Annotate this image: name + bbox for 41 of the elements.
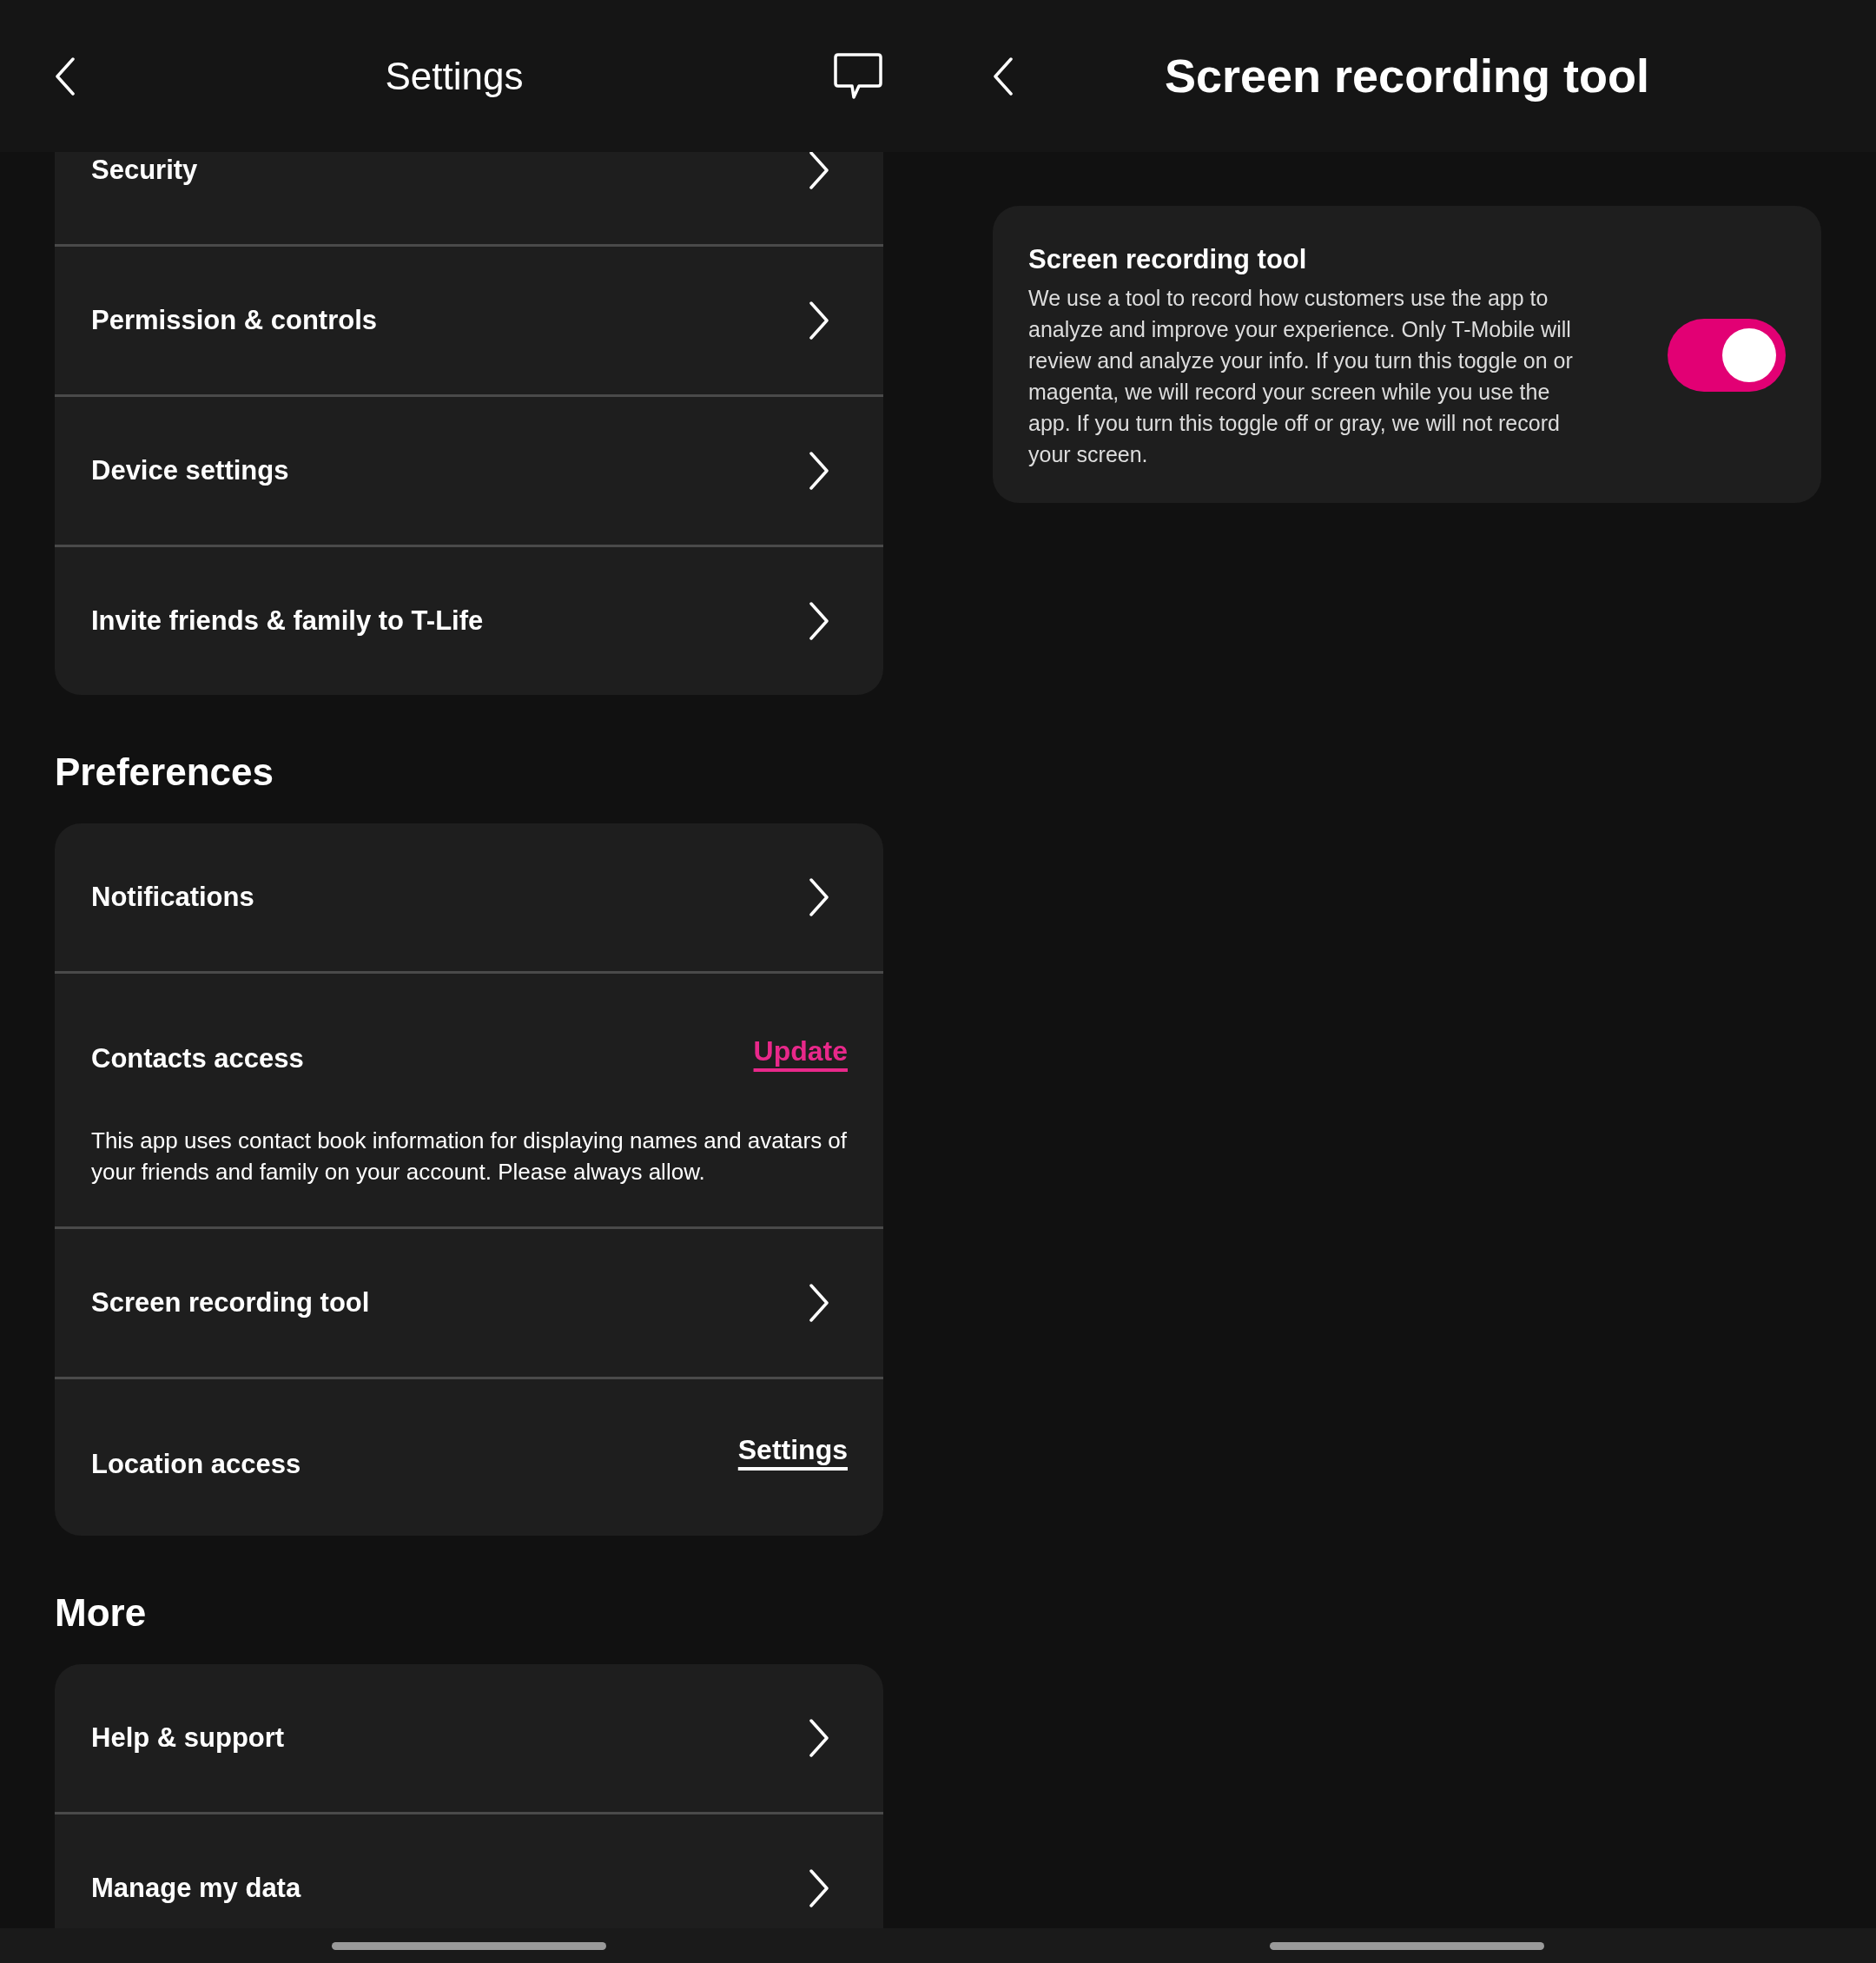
chevron-right-icon [809, 1868, 829, 1907]
back-icon[interactable] [55, 56, 76, 96]
settings-row[interactable]: Notifications [55, 823, 883, 971]
row-label: Contacts access [91, 1042, 304, 1075]
card-title: Screen recording tool [1028, 243, 1308, 276]
toggle-knob [1722, 328, 1776, 382]
settings-row[interactable]: Manage my data [55, 1814, 883, 1928]
chat-icon[interactable] [833, 51, 883, 101]
settings-row[interactable]: Invite friends & family to T-Life [55, 547, 883, 695]
chevron-right-icon [809, 152, 829, 189]
row-label: Notifications [91, 882, 254, 912]
settings-row[interactable]: Permission & controls [55, 247, 883, 394]
row-description: This app uses contact book information for displaying names and avatars of your friends and family on your account. Please always allow. [91, 1126, 848, 1186]
screen-title: Screen recording tool [1163, 49, 1651, 103]
back-icon[interactable] [993, 56, 1014, 96]
section-heading: Preferences [55, 750, 274, 795]
row-label: Screen recording tool [91, 1287, 370, 1318]
row-link[interactable]: Settings [737, 1428, 848, 1471]
section-heading: More [55, 1590, 148, 1636]
chevron-right-icon [809, 878, 829, 916]
row-link[interactable]: Update [753, 1030, 848, 1073]
row-label: Invite friends & family to T-Life [91, 606, 484, 636]
settings-row[interactable]: Device settings [55, 397, 883, 545]
card-description: We use a tool to record how customers use the app to analyze and improve your experience. Only T-Mobile will review and analyze your info. If you turn this toggle on or magenta, we will record your screen while you use the app. If you turn this toggle off or gray, we will not record your screen. [1028, 285, 1574, 468]
settings-row[interactable]: Security [55, 152, 883, 244]
settings-row[interactable]: Screen recording tool [55, 1228, 883, 1377]
row-label: Security [91, 155, 198, 185]
row-label: Manage my data [91, 1873, 301, 1903]
screen-title: Settings [385, 53, 524, 99]
row-label: Permission & controls [91, 306, 378, 335]
chevron-right-icon [809, 1283, 829, 1322]
row-label: Device settings [91, 456, 289, 486]
chevron-right-icon [809, 452, 829, 490]
chevron-right-icon [809, 602, 829, 640]
settings-row[interactable]: Help & support [55, 1663, 883, 1812]
row-label: Location access [91, 1448, 301, 1482]
home-indicator[interactable] [1270, 1941, 1544, 1950]
chevron-right-icon [809, 1718, 829, 1757]
row-label: Help & support [91, 1722, 285, 1753]
chevron-right-icon [809, 301, 829, 340]
home-indicator[interactable] [332, 1941, 606, 1950]
